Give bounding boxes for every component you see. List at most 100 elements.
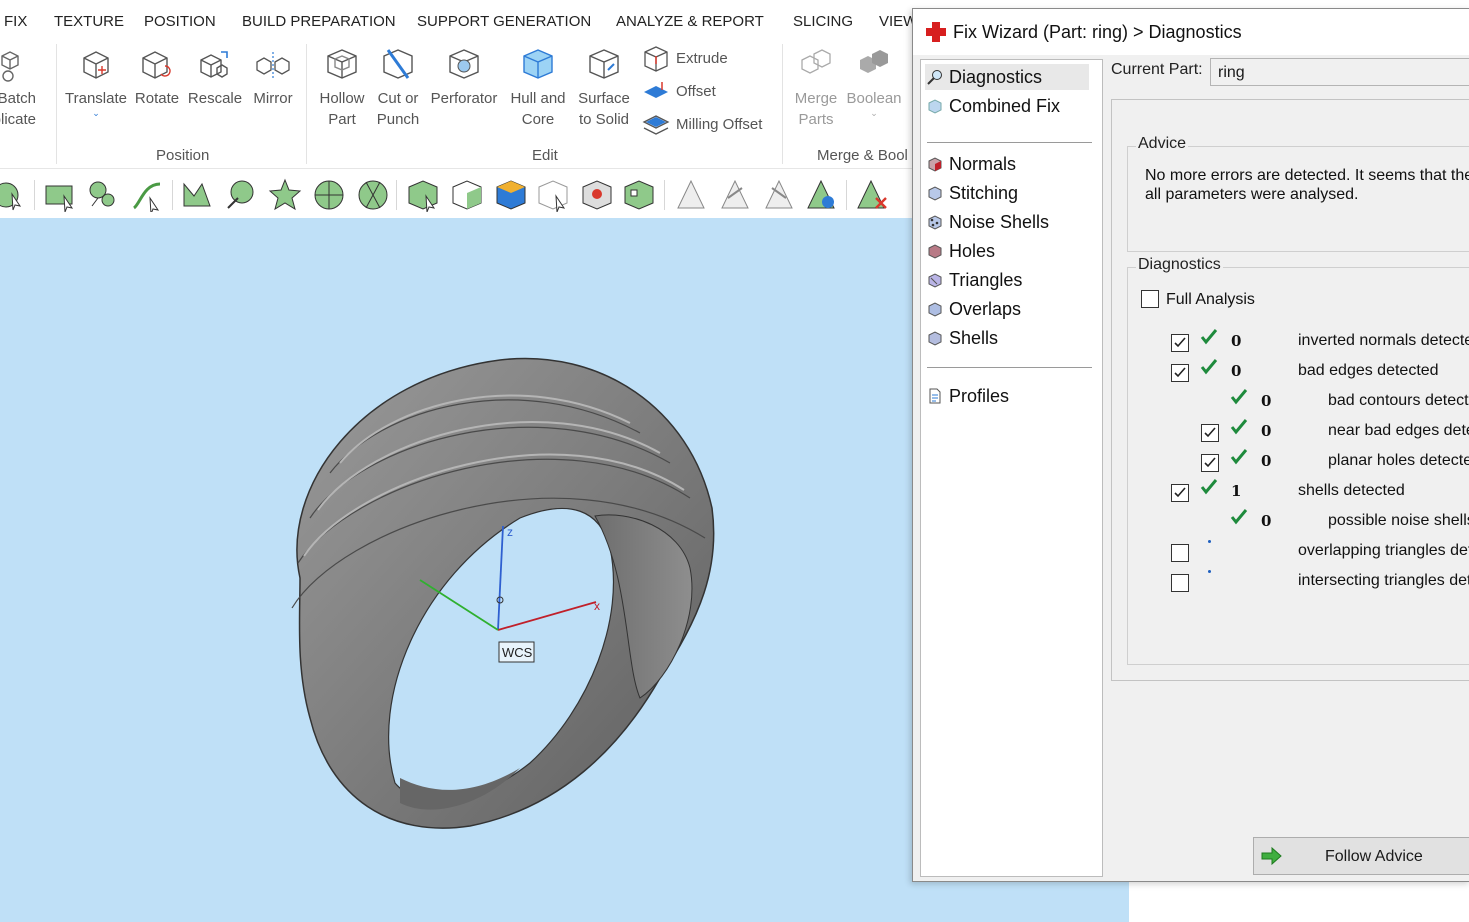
- select-polyline-icon[interactable]: [182, 178, 216, 212]
- diagnostic-label: intersecting triangles detected: [1298, 572, 1469, 589]
- select-face-icon[interactable]: [494, 178, 528, 212]
- select-marked-icon[interactable]: [580, 178, 614, 212]
- shrink-triangles-icon[interactable]: [762, 178, 796, 212]
- x-axis-label: x: [594, 599, 600, 613]
- diagnostics-panel: Advice No more errors are detected. It s…: [1111, 99, 1469, 681]
- nav-item-noise-shells[interactable]: Noise Shells: [925, 209, 1049, 235]
- batch-duplicate-button[interactable]: Batch plicate: [0, 46, 40, 130]
- milling-offset-icon: [642, 115, 670, 135]
- triangles-icon: [928, 273, 942, 288]
- diagnostic-count: 0: [1261, 392, 1272, 410]
- holes-icon: [928, 244, 942, 259]
- cut-or-punch-icon: [383, 49, 413, 79]
- dropdown-indicator-icon: ⌄: [870, 108, 878, 118]
- checkmark-icon: [1204, 427, 1216, 438]
- ok-check-icon: [1200, 359, 1218, 375]
- dialog-title-bar[interactable]: Fix Wizard (Part: ring) > Diagnostics: [913, 9, 1469, 55]
- noise-shells-icon: [928, 215, 942, 230]
- nav-item-profiles[interactable]: Profiles: [925, 383, 1009, 409]
- nav-item-normals[interactable]: Normals: [925, 151, 1016, 177]
- select-plane-icon[interactable]: [356, 178, 390, 212]
- diagnostic-checkbox[interactable]: [1171, 334, 1189, 352]
- checkmark-icon: [1174, 337, 1186, 348]
- position-group-label: Position: [156, 147, 210, 164]
- menu-support-generation[interactable]: SUPPORT GENERATION: [417, 13, 591, 30]
- ok-check-icon: [1230, 419, 1248, 435]
- select-rectangle-icon[interactable]: [44, 178, 78, 212]
- nav-item-shells[interactable]: Shells: [925, 325, 998, 351]
- diagnostic-count: 0: [1261, 422, 1272, 440]
- diagnostic-checkbox[interactable]: [1171, 544, 1189, 562]
- dialog-title: Fix Wizard (Part: ring) > Diagnostics: [953, 22, 1242, 42]
- select-curve-icon[interactable]: [130, 178, 164, 212]
- diagnostic-checkbox[interactable]: [1171, 364, 1189, 382]
- select-outline-icon[interactable]: [536, 178, 570, 212]
- merge-parts-icon: [801, 49, 831, 74]
- diagnostic-checkbox[interactable]: [1171, 484, 1189, 502]
- batch-duplicate-icon: [1, 51, 19, 82]
- menu-build-preparation[interactable]: BUILD PREPARATION: [242, 13, 396, 30]
- boolean-button[interactable]: Boolean ⌄: [834, 46, 914, 118]
- diagnostic-checkbox[interactable]: [1201, 454, 1219, 472]
- wcs-label: WCS: [502, 645, 533, 660]
- diagnostic-label: near bad edges detected: [1328, 422, 1469, 439]
- arrow-right-icon: [1261, 846, 1282, 866]
- menu-texture[interactable]: TEXTURE: [54, 13, 124, 30]
- nav-item-holes[interactable]: Holes: [925, 238, 995, 264]
- diagnostic-count: 0: [1261, 452, 1272, 470]
- follow-advice-button[interactable]: Follow Advice: [1253, 837, 1469, 875]
- select-lasso-icon[interactable]: [86, 178, 120, 212]
- surface-to-solid-button[interactable]: Surface to Solid: [564, 46, 644, 130]
- diagnostic-count: 0: [1231, 362, 1242, 380]
- hull-and-core-icon: [523, 49, 553, 79]
- select-part-icon[interactable]: [406, 178, 440, 212]
- select-surface-icon[interactable]: [450, 178, 484, 212]
- surface-to-solid-icon: [589, 49, 619, 79]
- perforator-icon: [449, 49, 479, 79]
- nav-item-combined-fix[interactable]: Combined Fix: [925, 93, 1060, 119]
- mirror-button[interactable]: Mirror: [233, 46, 313, 109]
- extrude-button[interactable]: Extrude: [642, 44, 728, 74]
- rotate-icon: [142, 51, 171, 79]
- nav-item-diagnostics[interactable]: Diagnostics: [925, 64, 1089, 90]
- current-part-field[interactable]: ring: [1210, 58, 1469, 86]
- diagnostic-label: planar holes detected: [1328, 452, 1469, 469]
- menu-position[interactable]: POSITION: [144, 13, 216, 30]
- toolbar-separator: [846, 180, 847, 210]
- select-star-icon[interactable]: [268, 178, 302, 212]
- toolbar-separator: [172, 180, 173, 210]
- normals-icon: [928, 157, 942, 172]
- toolbar-separator: [664, 180, 665, 210]
- nav-item-triangles[interactable]: Triangles: [925, 267, 1022, 293]
- checkmark-icon: [1174, 487, 1186, 498]
- milling-offset-button[interactable]: Milling Offset: [642, 110, 762, 140]
- menu-fix[interactable]: FIX: [4, 13, 27, 30]
- diagnostic-label: bad edges detected: [1298, 362, 1439, 379]
- select-all-parts-icon[interactable]: [622, 178, 656, 212]
- offset-icon: [644, 82, 668, 98]
- toolbar-separator: [34, 180, 35, 210]
- menu-analyze-report[interactable]: ANALYZE & REPORT: [616, 13, 764, 30]
- fix-wizard-cross-icon: [926, 22, 946, 42]
- select-shell-icon[interactable]: [0, 178, 26, 212]
- diagnostic-checkbox[interactable]: [1201, 424, 1219, 442]
- diagnostic-count: 0: [1261, 512, 1272, 530]
- diagnostic-count: 1: [1231, 482, 1242, 500]
- select-connected-triangles-icon[interactable]: [804, 178, 838, 212]
- nav-item-overlaps[interactable]: Overlaps: [925, 296, 1021, 322]
- perforator-button[interactable]: Perforator: [424, 46, 504, 109]
- expand-triangles-icon[interactable]: [718, 178, 752, 212]
- nav-separator: [927, 367, 1092, 368]
- diagnostics-rows: 0 inverted normals detected 0 bad edges …: [1112, 100, 1469, 680]
- current-part-label: Current Part:: [1111, 61, 1203, 78]
- select-triangle-icon[interactable]: [674, 178, 708, 212]
- shells-icon: [928, 331, 942, 346]
- delete-selection-icon[interactable]: [856, 178, 890, 212]
- select-brush-icon[interactable]: [224, 178, 258, 212]
- document-icon: [929, 388, 941, 404]
- diagnostic-checkbox[interactable]: [1171, 574, 1189, 592]
- nav-item-stitching[interactable]: Stitching: [925, 180, 1018, 206]
- select-sphere-icon[interactable]: [312, 178, 346, 212]
- menu-slicing[interactable]: SLICING: [793, 13, 853, 30]
- offset-button[interactable]: Offset: [642, 78, 716, 106]
